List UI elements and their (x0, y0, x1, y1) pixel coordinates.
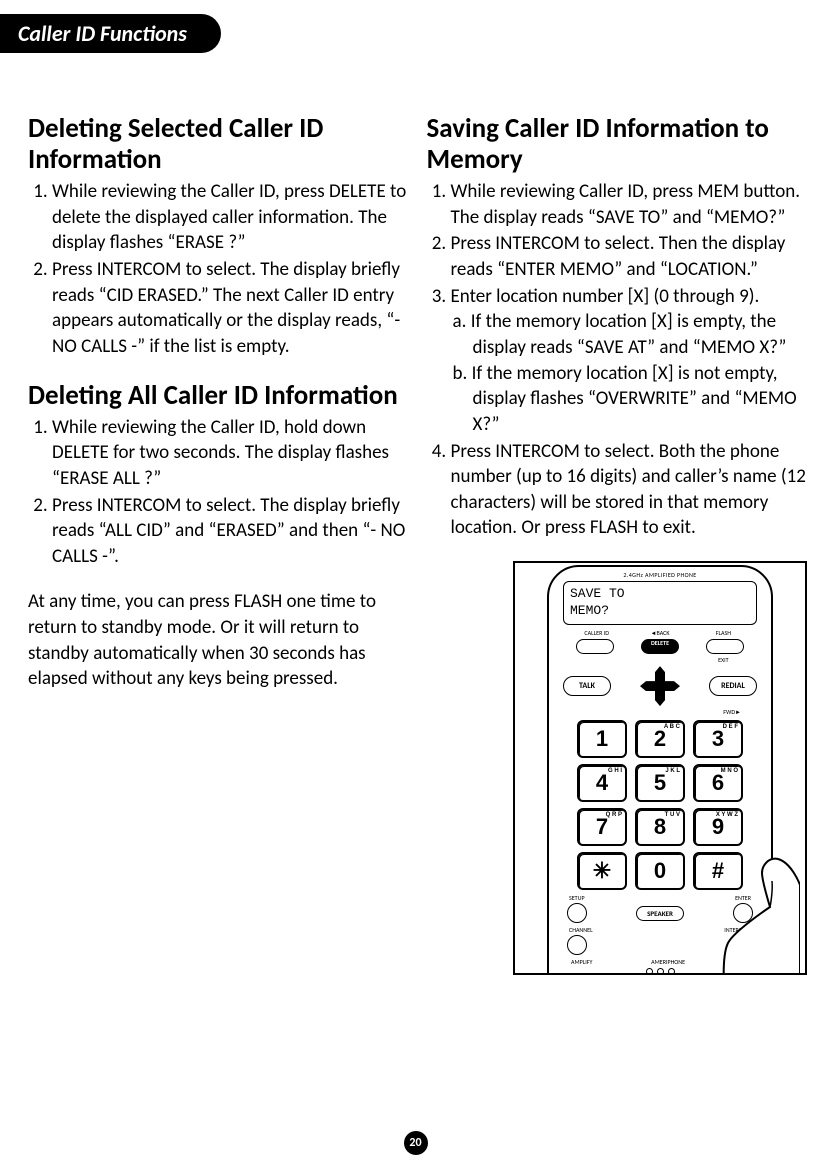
paragraph-flash-note: At any time, you can press FLASH one tim… (28, 589, 409, 692)
key-6: 6M N O (693, 764, 743, 802)
list-item: Press INTERCOM to select. The display br… (52, 257, 409, 360)
section-tab: Caller ID Functions (0, 14, 221, 53)
sub-item-a: a. If the memory location [X] is empty, … (451, 309, 808, 360)
channel-button (567, 935, 587, 955)
key-1: 1 (577, 720, 627, 758)
key-3: 3D E F (693, 720, 743, 758)
key-5: 5J K L (635, 764, 685, 802)
heading-save-memory: Saving Caller ID Information to Memory (427, 113, 808, 175)
key-7: 7Q R P (577, 808, 627, 846)
callerid-button (576, 639, 614, 654)
label-back: ◄BACK (628, 629, 691, 637)
redial-button: REDIAL (709, 676, 757, 696)
label-fwd: FWD► (723, 708, 741, 716)
screen-line1: SAVE TO (570, 586, 750, 603)
list-item: While reviewing the Caller ID, press DEL… (52, 179, 409, 256)
label-channel: CHANNEL (569, 926, 593, 934)
screen-line2: MEMO? (570, 603, 750, 620)
page-number-badge: 20 (404, 1131, 428, 1155)
talk-button: TALK (563, 676, 611, 696)
list-item: While reviewing Caller ID, press MEM but… (451, 179, 808, 230)
phone-illustration: 2.4GHz AMPLIFIED PHONE SAVE TO MEMO? CAL… (513, 561, 807, 975)
list-save-memory: While reviewing Caller ID, press MEM but… (427, 179, 808, 541)
right-column: Saving Caller ID Information to Memory W… (427, 113, 808, 975)
list-item: While reviewing the Caller ID, hold down… (52, 415, 409, 492)
label-flash: FLASH (692, 629, 755, 637)
phone-model-label: 2.4GHz AMPLIFIED PHONE (549, 571, 771, 579)
key-8: 8T U V (635, 808, 685, 846)
delete-button: DELETE (641, 639, 679, 654)
sub-item-b: b. If the memory location [X] is not emp… (451, 361, 808, 438)
label-setup: SETUP (569, 894, 585, 902)
list-item: Press INTERCOM to select. The display br… (52, 493, 409, 570)
list-item-text: Enter location number [X] (0 through 9). (451, 285, 760, 308)
label-exit: EXIT (692, 656, 755, 664)
key-0: 0 (635, 852, 685, 890)
speaker-button: SPEAKER (636, 906, 684, 921)
fwd-label-row: FWD► (565, 708, 755, 716)
label-brand: AMERIPHONE (651, 958, 685, 966)
list-item: Press INTERCOM to select. Both the phone… (451, 439, 808, 542)
key-4: 4G H I (577, 764, 627, 802)
indicator-dots (646, 968, 675, 975)
list-item: Enter location number [X] (0 through 9).… (451, 284, 808, 438)
key-star: ✳ (577, 852, 627, 890)
delete-button-label: DELETE (642, 639, 678, 647)
left-column: Deleting Selected Caller ID Information … (28, 113, 409, 975)
heading-delete-all: Deleting All Caller ID Information (28, 380, 409, 411)
phone-screen: SAVE TO MEMO? (563, 581, 757, 625)
dpad-icon (640, 666, 680, 706)
key-9: 9X Y W Z (693, 808, 743, 846)
fn-labels-top: CALLER ID ◄BACK FLASH (565, 629, 755, 637)
label-amplify: AMPLIFY (571, 958, 592, 966)
heading-delete-selected: Deleting Selected Caller ID Information (28, 113, 409, 175)
list-delete-all: While reviewing the Caller ID, hold down… (28, 415, 409, 570)
key-2: 2A B C (635, 720, 685, 758)
setup-button (567, 903, 587, 923)
label-callerid: CALLER ID (565, 629, 628, 637)
exit-label-row: EXIT (565, 656, 755, 664)
flash-button (706, 639, 744, 654)
list-item: Press INTERCOM to select. Then the displ… (451, 231, 808, 282)
list-delete-selected: While reviewing the Caller ID, press DEL… (28, 179, 409, 359)
hand-thumb-icon (714, 845, 800, 975)
